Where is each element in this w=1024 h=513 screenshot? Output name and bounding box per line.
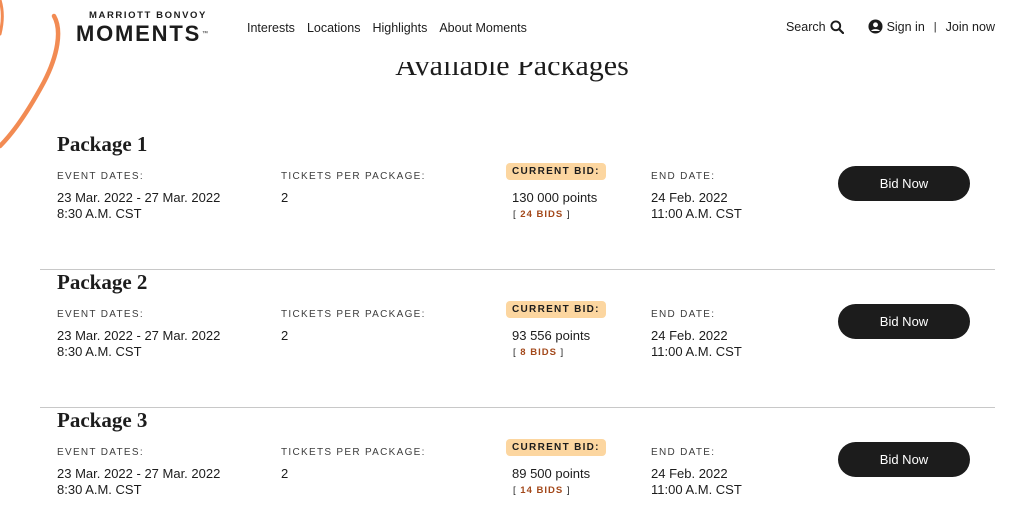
end-date-label: END DATE: [651, 171, 716, 182]
nav-item-about-moments[interactable]: About Moments [439, 21, 527, 35]
end-time: 11:00 A.M. CST [651, 206, 742, 221]
current-bid-value: 89 500 points [512, 466, 591, 481]
tickets-label: TICKETS PER PACKAGE: [281, 447, 426, 458]
end-time: 11:00 A.M. CST [651, 482, 742, 497]
sign-in-link[interactable]: Sign in [868, 19, 925, 34]
tickets-label: TICKETS PER PACKAGE: [281, 171, 426, 182]
utility-separator: | [933, 20, 937, 33]
utility-nav: Search Sign in | Join now [786, 19, 995, 34]
bid-count: [ 24 BIDS ] [513, 209, 570, 220]
end-time: 11:00 A.M. CST [651, 344, 742, 359]
sign-in-label: Sign in [886, 19, 925, 34]
end-date-label: END DATE: [651, 447, 716, 458]
package-title: Package 3 [57, 408, 148, 432]
current-bid-badge: CURRENT BID: [506, 439, 606, 456]
user-icon [868, 19, 883, 34]
end-date: 24 Feb. 2022 [651, 466, 728, 481]
package-title: Package 2 [57, 270, 148, 294]
package-title: Package 1 [57, 132, 148, 156]
tickets-value: 2 [281, 328, 289, 343]
nav-item-highlights[interactable]: Highlights [372, 21, 427, 35]
main-nav: Interests Locations Highlights About Mom… [247, 21, 527, 35]
tickets-value: 2 [281, 466, 289, 481]
package-row: Package 3 EVENT DATES: 23 Mar. 2022 - 27… [40, 408, 995, 513]
end-date-label: END DATE: [651, 309, 716, 320]
event-time: 8:30 A.M. CST [57, 344, 142, 359]
bid-count-close: ] [563, 485, 571, 496]
nav-item-interests[interactable]: Interests [247, 21, 295, 35]
event-dates-value: 23 Mar. 2022 - 27 Mar. 2022 8:30 A.M. CS… [57, 466, 220, 498]
event-dates-value: 23 Mar. 2022 - 27 Mar. 2022 8:30 A.M. CS… [57, 190, 220, 222]
bid-count-close: ] [556, 347, 565, 358]
bid-now-button[interactable]: Bid Now [838, 304, 970, 339]
event-dates-value: 23 Mar. 2022 - 27 Mar. 2022 8:30 A.M. CS… [57, 328, 220, 360]
package-row: Package 2 EVENT DATES: 23 Mar. 2022 - 27… [40, 270, 995, 408]
package-row: Package 1 EVENT DATES: 23 Mar. 2022 - 27… [40, 132, 995, 270]
bid-count-text: 24 BIDS [520, 209, 564, 220]
current-bid-badge: CURRENT BID: [506, 163, 606, 180]
bid-now-button[interactable]: Bid Now [838, 442, 970, 477]
event-date-range: 23 Mar. 2022 - 27 Mar. 2022 [57, 190, 221, 205]
bid-count-text: 8 BIDS [520, 347, 557, 358]
end-date: 24 Feb. 2022 [651, 190, 728, 205]
bid-count-text: 14 BIDS [520, 485, 564, 496]
event-dates-label: EVENT DATES: [57, 447, 144, 458]
logo-wordmark: MOMENTS™ [76, 22, 210, 46]
search-label: Search [785, 19, 826, 34]
search-icon [830, 19, 844, 34]
logo-brand-line: MARRIOTT BONVOY [89, 10, 207, 21]
event-date-range: 23 Mar. 2022 - 27 Mar. 2022 [57, 466, 221, 481]
bid-count: [ 14 BIDS ] [513, 485, 570, 496]
current-bid-value: 130 000 points [512, 190, 598, 205]
logo-wordmark-text: MOMENTS [76, 21, 202, 46]
event-date-range: 23 Mar. 2022 - 27 Mar. 2022 [57, 328, 221, 343]
join-now-link[interactable]: Join now [946, 20, 995, 34]
end-date-value: 24 Feb. 2022 11:00 A.M. CST [651, 466, 742, 498]
end-date: 24 Feb. 2022 [651, 328, 728, 343]
search-button[interactable]: Search [786, 20, 844, 34]
brand-logo[interactable]: MARRIOTT BONVOY MOMENTS™ [76, 10, 210, 46]
site-header: MARRIOTT BONVOY MOMENTS™ Interests Locat… [0, 0, 1024, 62]
bid-now-button[interactable]: Bid Now [838, 166, 970, 201]
current-bid-badge: CURRENT BID: [506, 301, 606, 318]
event-dates-label: EVENT DATES: [57, 309, 144, 320]
end-date-value: 24 Feb. 2022 11:00 A.M. CST [651, 190, 742, 222]
tickets-label: TICKETS PER PACKAGE: [281, 309, 426, 320]
end-date-value: 24 Feb. 2022 11:00 A.M. CST [651, 328, 742, 360]
event-time: 8:30 A.M. CST [57, 206, 142, 221]
event-dates-label: EVENT DATES: [57, 171, 144, 182]
logo-trademark: ™ [202, 31, 210, 37]
bid-count: [ 8 BIDS ] [513, 347, 564, 358]
current-bid-value: 93 556 points [512, 328, 591, 343]
event-time: 8:30 A.M. CST [57, 482, 142, 497]
tickets-value: 2 [281, 190, 289, 205]
bid-count-close: ] [563, 209, 571, 220]
nav-item-locations[interactable]: Locations [307, 21, 361, 35]
